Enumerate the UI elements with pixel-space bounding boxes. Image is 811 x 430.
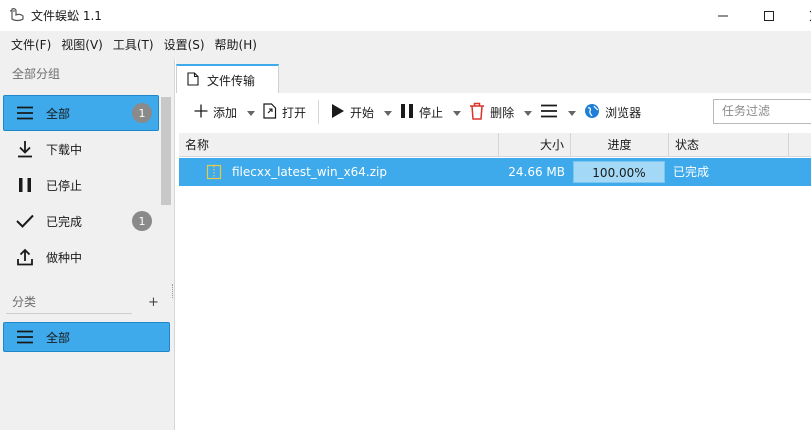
sidebar-item-all[interactable]: 全部 1 [3,95,159,131]
tab-strip: 文件传输 [176,59,811,94]
count-badge: 1 [132,103,152,123]
table-header: 名称 大小 进度 状态 [179,133,811,157]
maximize-button[interactable] [746,0,792,31]
add-button[interactable]: 添加 [190,98,241,126]
menu-help[interactable]: 帮助(H) [210,31,262,59]
divider [6,313,132,314]
sidebar-item-label: 下载中 [46,142,83,157]
open-file-icon [263,102,277,122]
group-list: 全部 1 下载中 已停止 已完成 1 做种中 [3,95,159,275]
sidebar-scrollbar[interactable] [161,97,171,205]
start-button[interactable]: 开始 [327,98,378,126]
hamburger-icon [540,104,558,121]
close-button[interactable] [792,0,811,31]
sidebar: 全部分组 全部 1 下载中 已停止 已完成 1 做种中 分类 + 全部 [0,59,175,430]
stop-label: 停止 [419,105,444,120]
browser-label: 浏览器 [605,105,642,120]
sidebar-item-downloading[interactable]: 下载中 [3,131,159,167]
sidebar-item-completed[interactable]: 已完成 1 [3,203,159,239]
stop-button[interactable]: 停止 [396,98,447,126]
menu-view[interactable]: 视图(V) [56,31,108,59]
add-label: 添加 [213,105,238,120]
chevron-down-icon[interactable] [384,105,393,119]
menu-bar: 文件(F) 视图(V) 工具(T) 设置(S) 帮助(H) [0,31,811,59]
upload-icon [14,247,36,267]
category-item-label: 全部 [46,330,71,345]
splitter-handle[interactable] [172,284,174,298]
column-header-progress[interactable]: 进度 [571,133,669,157]
pause-icon [400,103,414,122]
list-icon [14,327,36,347]
count-badge: 1 [132,211,152,231]
tab-file-transfer[interactable]: 文件传输 [176,64,279,94]
sidebar-item-seeding[interactable]: 做种中 [3,239,159,275]
add-category-button[interactable]: + [148,295,159,310]
download-icon [14,139,36,159]
window-title: 文件蜈蚣 1.1 [31,9,102,23]
progress-bar: 100.00% [573,161,665,183]
status-text: 已完成 [673,165,710,179]
check-icon [14,211,36,231]
app-logo-icon [8,6,26,24]
sidebar-item-label: 全部 [46,106,71,121]
file-size: 24.66 MB [508,165,565,179]
tab-label: 文件传输 [207,73,256,88]
chevron-down-icon[interactable] [453,105,462,119]
minimize-button[interactable] [700,0,746,31]
category-item-all[interactable]: 全部 [3,322,170,352]
more-menu-button[interactable] [536,98,562,126]
sidebar-item-stopped[interactable]: 已停止 [3,167,159,203]
delete-button[interactable]: 删除 [465,98,518,126]
title-bar: 文件蜈蚣 1.1 [0,0,811,31]
column-header-status[interactable]: 状态 [669,133,789,157]
toolbar: 添加 打开 开始 停止 删除 浏览器 任务过滤 [176,93,811,131]
plus-icon [194,104,208,121]
start-label: 开始 [350,105,375,120]
browser-button[interactable]: 浏览器 [580,98,645,126]
trash-icon [469,102,485,123]
globe-icon [584,103,600,122]
pause-icon [14,175,36,195]
category-list: 全部 [3,322,170,352]
group-label: 全部分组 [12,67,61,81]
open-label: 打开 [282,105,307,120]
delete-label: 删除 [490,105,515,120]
play-icon [331,103,345,122]
sidebar-item-label: 已停止 [46,178,83,193]
column-header-name[interactable]: 名称 [179,133,499,157]
task-filter-input[interactable]: 任务过滤 [713,99,811,124]
table-row[interactable]: filecxx_latest_win_x64.zip 24.66 MB 100.… [179,158,811,186]
list-icon [14,103,36,123]
chevron-down-icon[interactable] [247,105,256,119]
file-name: filecxx_latest_win_x64.zip [232,165,387,179]
category-header: 分类 + [0,289,175,319]
sidebar-item-label: 已完成 [46,214,83,229]
sidebar-item-label: 做种中 [46,250,83,265]
menu-file[interactable]: 文件(F) [6,31,56,59]
category-label: 分类 [12,295,37,309]
document-icon [187,71,199,89]
menu-tools[interactable]: 工具(T) [108,31,159,59]
chevron-down-icon[interactable] [524,105,533,119]
column-header-size[interactable]: 大小 [499,133,571,157]
menu-settings[interactable]: 设置(S) [159,31,210,59]
toolbar-divider [318,100,320,124]
open-button[interactable]: 打开 [259,98,310,126]
transfer-table: 名称 大小 进度 状态 filecxx_latest_win_x64.zip 2… [179,133,811,430]
chevron-down-icon[interactable] [568,105,577,119]
